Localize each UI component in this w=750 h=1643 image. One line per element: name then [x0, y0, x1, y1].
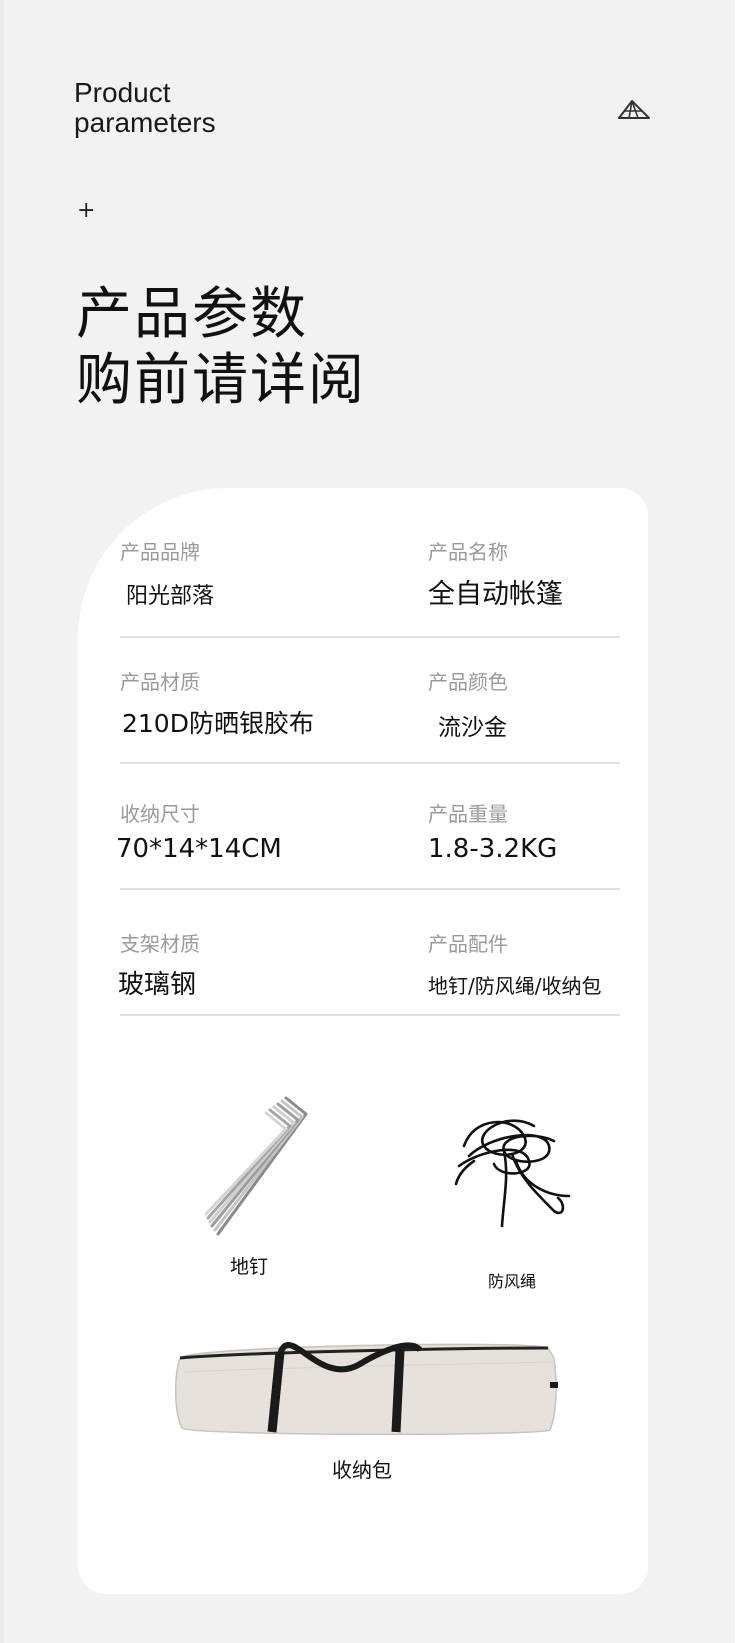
english-title-line-2: parameters — [74, 107, 216, 138]
spec-value: 70*14*14CM — [116, 834, 282, 864]
spec-label: 支架材质 — [120, 932, 200, 956]
spec-item-accessories: 产品配件 地钉/防风绳/收纳包 — [428, 932, 601, 999]
spec-row: 产品品牌 阳光部落 产品名称 全自动帐篷 — [120, 540, 620, 638]
spec-row: 支架材质 玻璃钢 产品配件 地钉/防风绳/收纳包 — [118, 932, 620, 1016]
chinese-title-line-1: 产品参数 — [76, 282, 308, 347]
spec-value: 210D防晒银胶布 — [122, 709, 314, 738]
spec-item-color: 产品颜色 流沙金 — [428, 670, 508, 742]
spec-value: 地钉/防风绳/收纳包 — [428, 974, 602, 998]
spec-label: 产品颜色 — [428, 670, 508, 694]
spec-value: 阳光部落 — [126, 584, 215, 609]
storage-bag-icon — [174, 1342, 558, 1436]
spec-item-name: 产品名称 全自动帐篷 — [428, 540, 563, 611]
spec-value: 流沙金 — [438, 715, 507, 741]
spec-value: 玻璃钢 — [118, 970, 197, 1000]
accessory-label-stakes: 地钉 — [230, 1256, 269, 1278]
spec-value: 全自动帐篷 — [428, 579, 563, 610]
spec-item-weight: 产品重量 1.8-3.2KG — [428, 802, 557, 864]
spec-item-material: 产品材质 210D防晒银胶布 — [120, 670, 314, 740]
spec-value: 1.8-3.2KG — [428, 834, 558, 864]
english-title-line-1: Product — [74, 77, 171, 108]
spec-card: 产品品牌 阳光部落 产品名称 全自动帐篷 产品材质 210D防晒银胶布 产品颜色… — [78, 488, 648, 1594]
spec-item-frame: 支架材质 玻璃钢 — [118, 932, 200, 1001]
wind-rope-icon — [454, 1119, 571, 1228]
product-parameters-page: Product parameters + 产品参数 购前请详阅 产品品牌 阳光部… — [0, 0, 735, 1643]
spec-row: 产品材质 210D防晒银胶布 产品颜色 流沙金 — [120, 670, 620, 764]
chinese-title-line-2: 购前请详阅 — [76, 348, 366, 413]
spec-label: 收纳尺寸 — [120, 802, 200, 826]
chinese-title: 产品参数 购前请详阅 — [76, 282, 366, 414]
spec-row: 收纳尺寸 70*14*14CM 产品重量 1.8-3.2KG — [116, 802, 620, 890]
spec-label: 产品配件 — [428, 932, 508, 956]
accessory-label-bag: 收纳包 — [332, 1458, 392, 1482]
spec-item-brand: 产品品牌 阳光部落 — [120, 540, 214, 610]
spec-label: 产品材质 — [120, 670, 200, 694]
spec-item-packed-size: 收纳尺寸 70*14*14CM — [116, 802, 282, 864]
accessory-label-rope: 防风绳 — [488, 1272, 537, 1291]
english-title: Product parameters — [74, 78, 216, 138]
plus-mark: + — [77, 198, 96, 223]
spec-label: 产品名称 — [428, 540, 508, 564]
spec-label: 产品重量 — [428, 802, 508, 826]
tent-logo-icon — [618, 100, 650, 119]
spec-label: 产品品牌 — [120, 540, 200, 564]
tent-stakes-icon — [204, 1096, 309, 1236]
